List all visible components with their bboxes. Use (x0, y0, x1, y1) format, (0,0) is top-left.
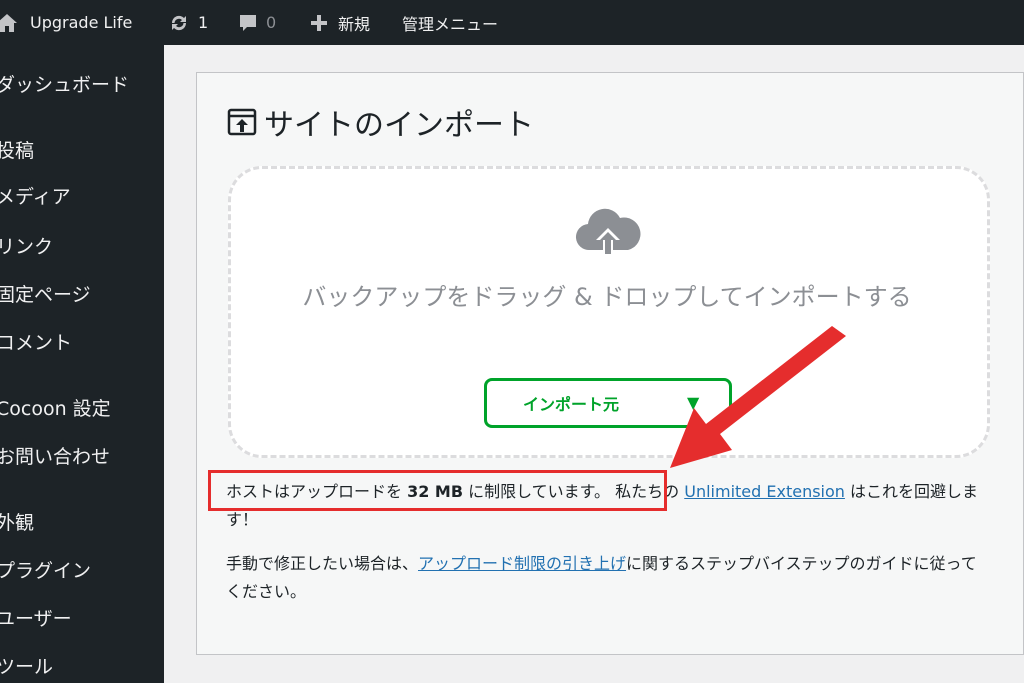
comments-link[interactable]: 0 (238, 0, 276, 45)
comments-count: 0 (266, 13, 277, 32)
comment-icon (238, 13, 258, 33)
sidebar-item-media[interactable]: メディア (0, 185, 71, 209)
new-label: 新規 (338, 14, 371, 34)
sidebar-item-posts[interactable]: 投稿 (0, 139, 34, 163)
cloud-upload-icon (575, 208, 641, 256)
upload-limit-guide-link[interactable]: アップロード制限の引き上げ (418, 554, 626, 573)
sidebar-item-dashboard[interactable]: ダッシュボード (0, 73, 129, 97)
admin-menu-link[interactable]: 管理メニュー (402, 0, 498, 45)
site-name: Upgrade Life (30, 13, 133, 32)
admin-bar: Upgrade Life 1 0 新規 管理メニュー (0, 0, 1024, 45)
manual-fix-notice: 手動で修正したい場合は、アップロード制限の引き上げに関するステップバイステップの… (226, 550, 986, 606)
refresh-icon (168, 12, 190, 34)
admin-sidebar: ダッシュボード 投稿 メディア リンク 固定ページ コメント Cocoon 設定… (0, 45, 164, 683)
sidebar-item-contact[interactable]: お問い合わせ (0, 445, 110, 469)
annotation-highlight-box (208, 470, 667, 511)
sidebar-item-appearance[interactable]: 外観 (0, 511, 34, 535)
updates-link[interactable]: 1 (168, 0, 208, 45)
sidebar-item-cocoon-settings[interactable]: Cocoon 設定 (0, 397, 111, 421)
updates-count: 1 (198, 13, 209, 32)
site-name-link[interactable]: Upgrade Life (0, 0, 132, 45)
import-from-label: インポート元 (523, 395, 620, 414)
sidebar-item-plugins[interactable]: プラグイン (0, 559, 91, 583)
plus-icon (310, 14, 328, 32)
page-title-text: サイトのインポート (264, 108, 534, 143)
sidebar-item-pages[interactable]: 固定ページ (0, 283, 91, 307)
home-icon (0, 12, 18, 34)
page-title: サイトのインポート (226, 100, 534, 144)
unlimited-extension-link[interactable]: Unlimited Extension (684, 482, 845, 501)
sidebar-item-comments[interactable]: コメント (0, 331, 72, 355)
import-icon (226, 106, 258, 138)
annotation-arrow-icon (670, 326, 846, 468)
dropzone-text: バックアップをドラッグ & ドロップしてインポートする (302, 283, 912, 311)
admin-menu-label: 管理メニュー (402, 14, 499, 34)
sidebar-item-users[interactable]: ユーザー (0, 607, 72, 631)
sidebar-item-tools[interactable]: ツール (0, 655, 53, 679)
manual-part1: 手動で修正したい場合は、 (226, 554, 419, 573)
new-content-link[interactable]: 新規 (310, 0, 370, 45)
sidebar-item-links[interactable]: リンク (0, 235, 53, 259)
